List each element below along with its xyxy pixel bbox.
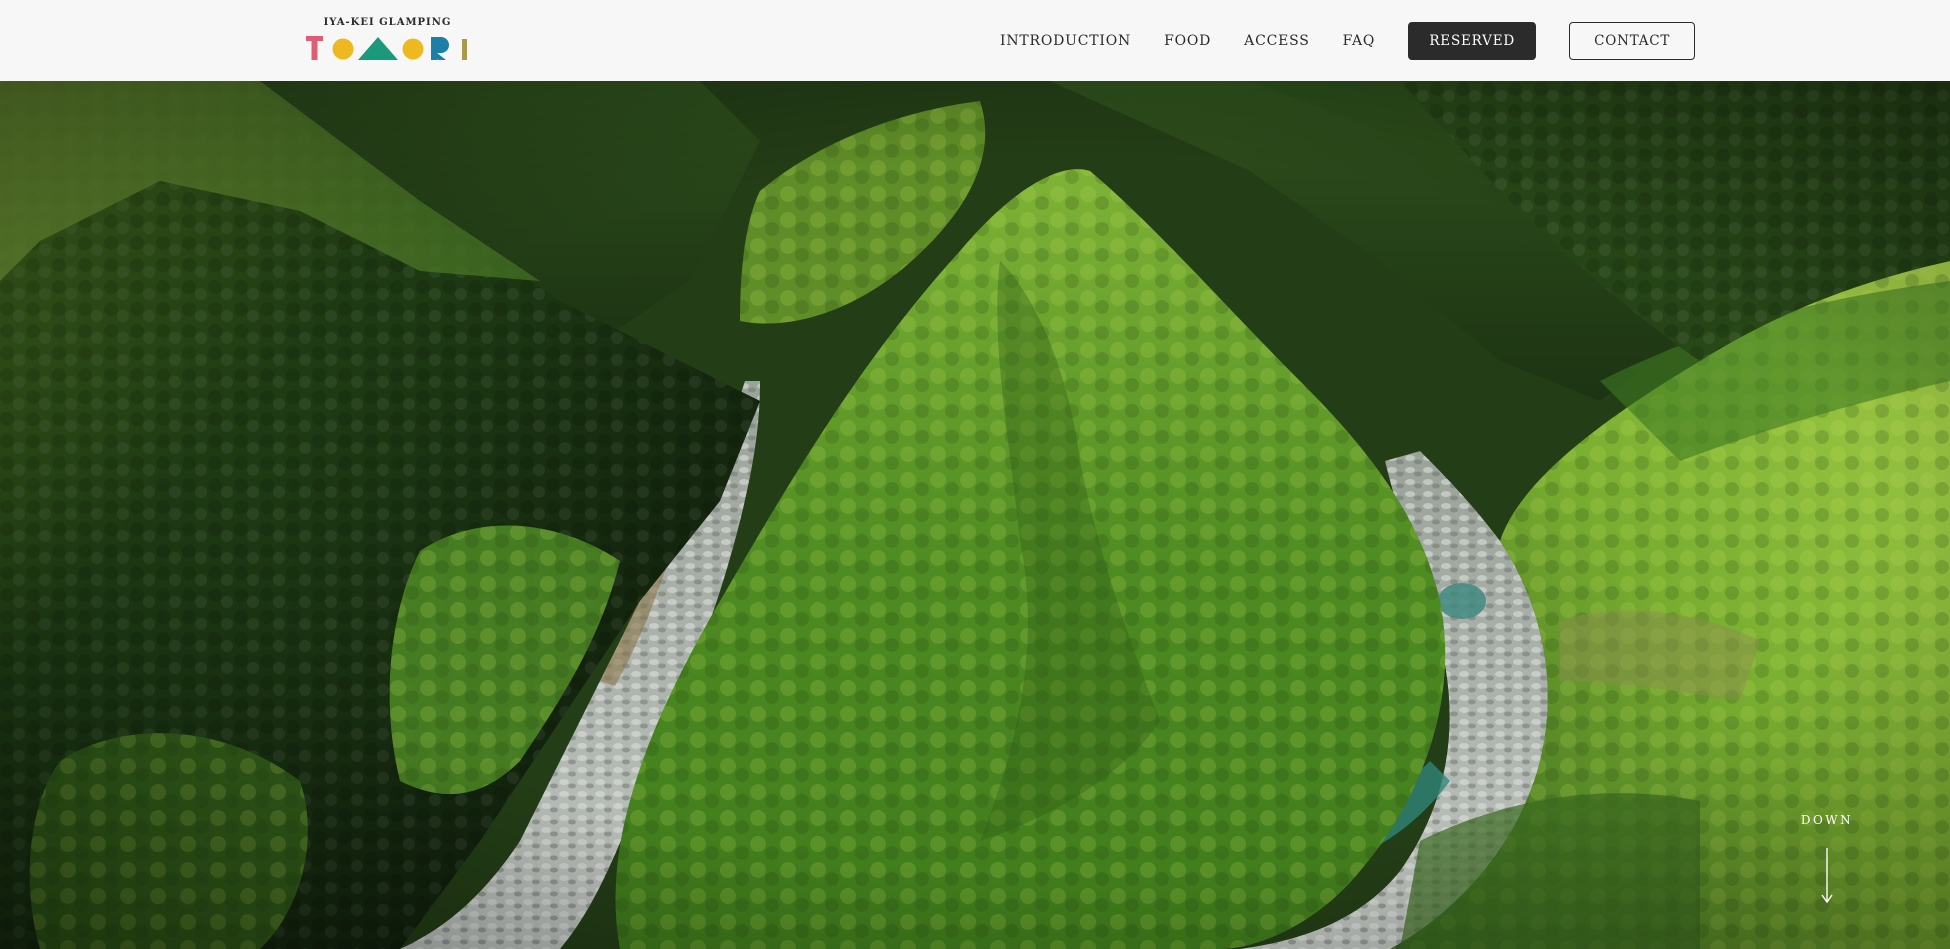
arrow-down-icon bbox=[1821, 848, 1833, 904]
site-logo[interactable]: IYA-KEI GLAMPING bbox=[305, 17, 470, 63]
logo-subtitle: IYA-KEI GLAMPING bbox=[323, 17, 452, 28]
nav-introduction[interactable]: INTRODUCTION bbox=[1000, 33, 1131, 49]
nav-faq[interactable]: FAQ bbox=[1343, 33, 1376, 49]
scroll-down-indicator[interactable]: DOWN bbox=[1797, 813, 1857, 923]
site-header: IYA-KEI GLAMPING INTRODUCTION FOOD ACCES… bbox=[0, 0, 1950, 81]
main-nav: INTRODUCTION FOOD ACCESS FAQ RESERVED CO… bbox=[1000, 0, 1696, 81]
hero-landscape-image bbox=[0, 81, 1950, 949]
logo-wordmark-icon bbox=[306, 36, 467, 60]
contact-button[interactable]: CONTACT bbox=[1569, 21, 1696, 60]
page: IYA-KEI GLAMPING INTRODUCTION FOOD ACCES… bbox=[0, 0, 1950, 949]
reserved-button[interactable]: RESERVED bbox=[1408, 21, 1537, 60]
nav-access[interactable]: ACCESS bbox=[1244, 33, 1310, 49]
nav-food[interactable]: FOOD bbox=[1164, 33, 1211, 49]
hero-section: DOWN bbox=[0, 81, 1950, 949]
scroll-down-label: DOWN bbox=[1800, 813, 1854, 827]
